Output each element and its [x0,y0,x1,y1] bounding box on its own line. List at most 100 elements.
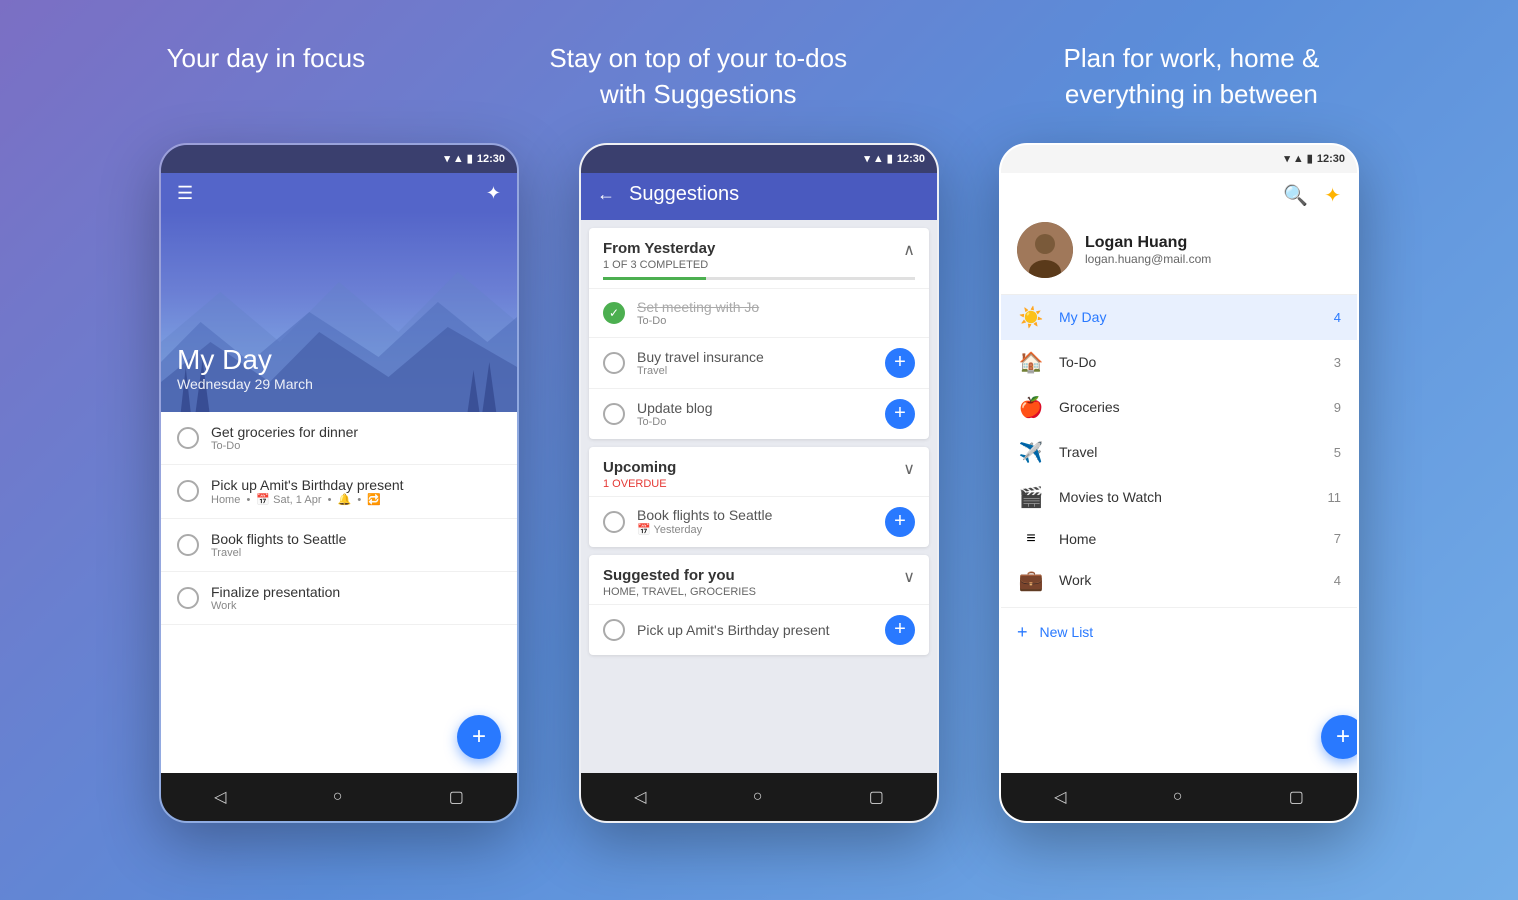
list-item-groceries[interactable]: 🍎 Groceries 9 [1001,385,1357,430]
suggestion-book-flights[interactable]: Book flights to Seattle 📅 Yesterday + [589,496,929,547]
user-avatar [1017,222,1073,278]
travel-list-icon: ✈️ [1017,440,1045,465]
task-checkbox[interactable] [177,480,199,502]
phone3-nav-bar: ◁ ○ ▢ [1001,773,1357,821]
phone2-app-header: ← Suggestions [581,173,937,220]
add-task-fab[interactable]: + [457,715,501,759]
tagline-1: Your day in focus [167,40,366,113]
add-to-myday-btn-4[interactable]: + [885,615,915,645]
battery-icon: ▮ [467,152,473,165]
phone2-body: From Yesterday 1 OF 3 COMPLETED ∧ ✓ Set … [581,220,937,773]
add-to-myday-btn-2[interactable]: + [885,399,915,429]
myday-list-icon: ☀️ [1017,305,1045,330]
suggestion-update-blog[interactable]: Update blog To-Do + [589,388,929,439]
recents-nav-btn-2[interactable]: ▢ [869,787,884,807]
todo-list-icon: 🏠 [1017,350,1045,375]
avatar-svg [1017,222,1073,278]
status-bar-3: ▾ ▲ ▮ 12:30 [1001,145,1357,173]
phone1-task-list: Get groceries for dinner To-Do Pick up A… [161,412,517,773]
phone-lists: ▾ ▲ ▮ 12:30 🔍 ✦ [999,143,1359,823]
battery-icon-3: ▮ [1307,152,1313,165]
task-checkbox-4[interactable] [603,511,625,533]
card-header-suggested[interactable]: Suggested for you HOME, TRAVEL, GROCERIE… [589,555,929,604]
tagline-3: Plan for work, home & everything in betw… [1031,40,1351,113]
phones-row: ▾ ▲ ▮ 12:30 ☰ ✦ [0,143,1518,823]
add-to-myday-btn[interactable]: + [885,348,915,378]
task-checkbox-2[interactable] [603,352,625,374]
card-header-yesterday[interactable]: From Yesterday 1 OF 3 COMPLETED ∧ [589,228,929,277]
add-to-myday-btn-3[interactable]: + [885,507,915,537]
list-item-work[interactable]: 💼 Work 4 [1001,558,1357,603]
chevron-down-icon[interactable]: ∨ [903,459,915,479]
phone1-title-area: My Day Wednesday 29 March [177,344,313,392]
suggestion-travel-insurance[interactable]: Buy travel insurance Travel + [589,337,929,388]
battery-icon-2: ▮ [887,152,893,165]
wifi-icon-2: ▾ [864,152,870,165]
back-nav-btn-2[interactable]: ◁ [634,787,646,807]
back-button[interactable]: ← [597,184,615,205]
brightness-icon[interactable]: ✦ [486,183,501,204]
phone-myday: ▾ ▲ ▮ 12:30 ☰ ✦ [159,143,519,823]
suggestions-card-suggested: Suggested for you HOME, TRAVEL, GROCERIE… [589,555,929,655]
home-list-icon: ≡ [1017,530,1045,548]
user-profile: Logan Huang logan.huang@mail.com [1001,222,1357,295]
home-nav-btn-2[interactable]: ○ [753,788,763,806]
back-nav-btn-3[interactable]: ◁ [1054,787,1066,807]
signal-icon-3: ▲ [1293,153,1304,165]
chevron-up-icon[interactable]: ∧ [903,240,915,260]
progress-bar [603,277,915,280]
new-list-plus-icon: + [1017,622,1028,643]
status-bar-2: ▾ ▲ ▮ 12:30 [581,145,937,173]
phone1-hero: My Day Wednesday 29 March [161,212,517,412]
home-nav-btn[interactable]: ○ [333,788,343,806]
task-checkbox[interactable] [177,427,199,449]
status-time-2: 12:30 [897,153,925,165]
task-checkbox-3[interactable] [603,403,625,425]
recents-nav-btn-3[interactable]: ▢ [1289,787,1304,807]
list-item-travel[interactable]: ✈️ Travel 5 [1001,430,1357,475]
new-list-label: New List [1040,624,1094,640]
user-email: logan.huang@mail.com [1085,252,1211,266]
search-icon[interactable]: 🔍 [1283,183,1308,208]
task-item-flights[interactable]: Book flights to Seattle Travel [161,519,517,572]
phone1-toolbar: ☰ ✦ [177,183,501,212]
lists-container: ☀️ My Day 4 🏠 To-Do 3 🍎 Groceries 9 ✈️ T… [1001,295,1357,773]
progress-fill [603,277,706,280]
back-nav-btn[interactable]: ◁ [214,787,226,807]
task-item-birthday[interactable]: Pick up Amit's Birthday present Home • 📅… [161,465,517,519]
add-list-fab[interactable]: + [1321,715,1359,759]
chevron-down-icon-2[interactable]: ∨ [903,567,915,587]
menu-icon[interactable]: ☰ [177,183,193,204]
list-item-home[interactable]: ≡ Home 7 [1001,520,1357,558]
list-item-todo[interactable]: 🏠 To-Do 3 [1001,340,1357,385]
task-checkbox[interactable] [177,587,199,609]
list-item-myday[interactable]: ☀️ My Day 4 [1001,295,1357,340]
user-name: Logan Huang [1085,234,1211,252]
wifi-icon-3: ▾ [1284,152,1290,165]
list-item-movies[interactable]: 🎬 Movies to Watch 11 [1001,475,1357,520]
movies-list-icon: 🎬 [1017,485,1045,510]
task-item-presentation[interactable]: Finalize presentation Work [161,572,517,625]
recents-nav-btn[interactable]: ▢ [449,787,464,807]
status-bar-1: ▾ ▲ ▮ 12:30 [161,145,517,173]
card-header-upcoming[interactable]: Upcoming 1 OVERDUE ∨ [589,447,929,496]
task-item-groceries[interactable]: Get groceries for dinner To-Do [161,412,517,465]
status-time-1: 12:30 [477,153,505,165]
phone1-nav-bar: ◁ ○ ▢ [161,773,517,821]
suggestion-set-meeting[interactable]: ✓ Set meeting with Jo To-Do [589,288,929,337]
tagline-2: Stay on top of your to-dos with Suggesti… [538,40,858,113]
completed-checkbox[interactable]: ✓ [603,302,625,324]
suggestions-card-yesterday: From Yesterday 1 OF 3 COMPLETED ∧ ✓ Set … [589,228,929,439]
new-list-button[interactable]: + New List [1001,612,1357,653]
list-divider [1001,607,1357,608]
myday-title: My Day [177,344,313,376]
status-time-3: 12:30 [1317,153,1345,165]
taglines-row: Your day in focus Stay on top of your to… [0,0,1518,143]
task-checkbox[interactable] [177,534,199,556]
phone3-app-header: 🔍 ✦ [1001,173,1357,222]
task-checkbox-5[interactable] [603,619,625,641]
sun-icon-header[interactable]: ✦ [1324,183,1341,208]
home-nav-btn-3[interactable]: ○ [1173,788,1183,806]
signal-icon: ▲ [453,153,464,165]
suggestion-birthday-present[interactable]: Pick up Amit's Birthday present + [589,604,929,655]
